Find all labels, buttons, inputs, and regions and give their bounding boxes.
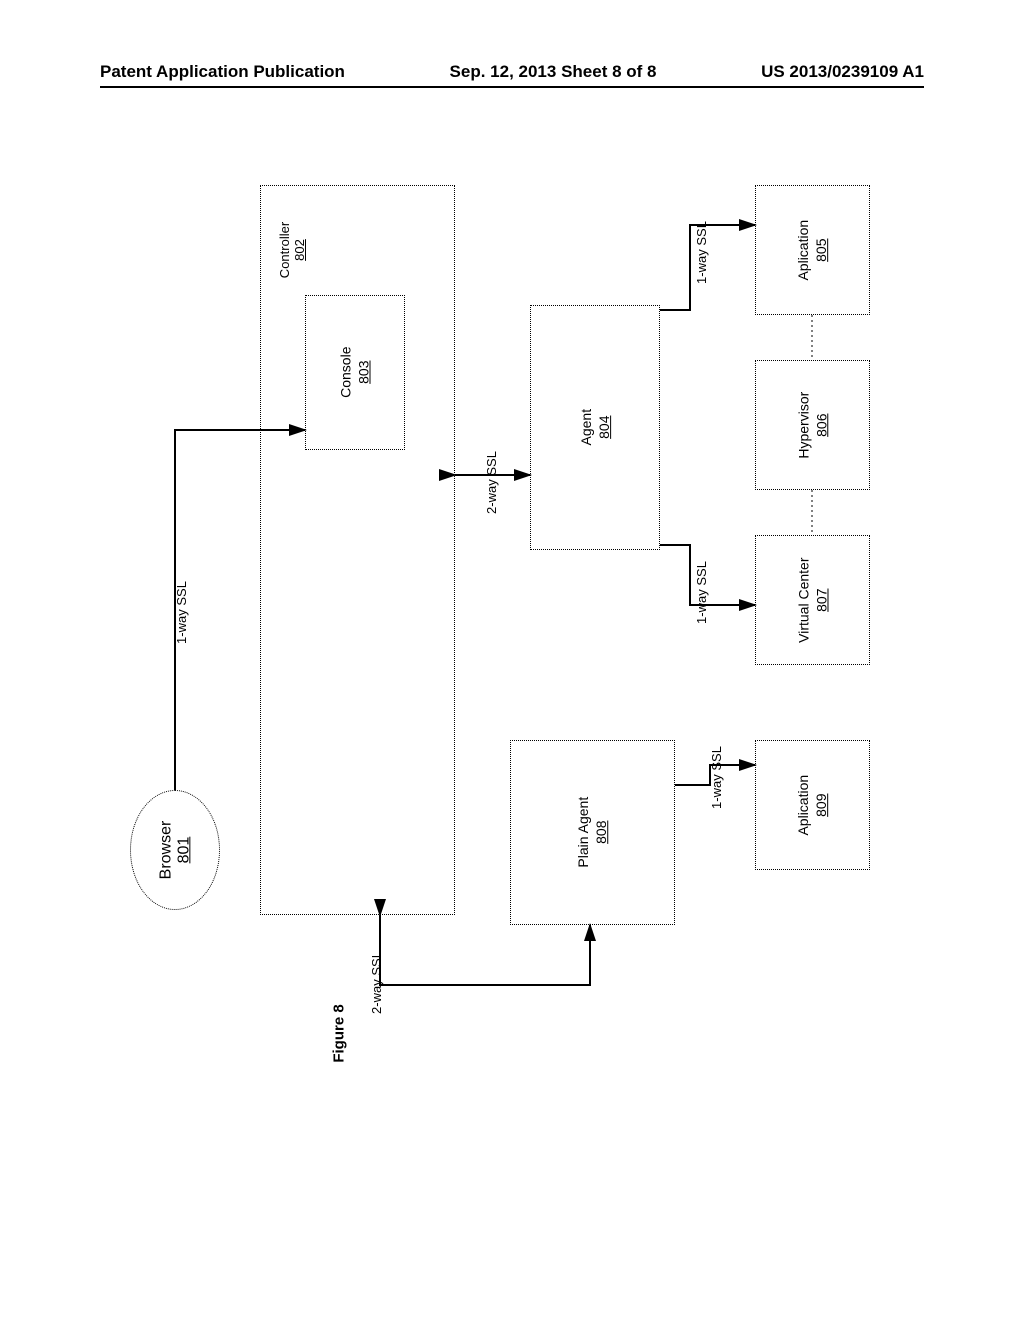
node-console: Console 803 <box>305 295 405 450</box>
node-application2-label: Aplication <box>794 775 812 836</box>
header-center: Sep. 12, 2013 Sheet 8 of 8 <box>450 62 657 82</box>
page: Patent Application Publication Sep. 12, … <box>0 0 1024 1320</box>
edge-plainagent-application2: 1-way SSL <box>709 746 724 809</box>
node-controller-label: Controller <box>277 222 292 278</box>
node-browser-label: Browser <box>157 821 175 880</box>
node-hypervisor-label: Hypervisor <box>794 392 812 459</box>
node-virtualcenter-num: 807 <box>813 588 831 611</box>
edge-controller-agent: 2-way SSL <box>484 451 499 514</box>
node-hypervisor-num: 806 <box>813 413 831 436</box>
edge-controller-plainagent: 2-way SSL <box>369 951 384 1014</box>
node-virtualcenter-label: Virtual Center <box>794 557 812 642</box>
node-hypervisor: Hypervisor 806 <box>755 360 870 490</box>
node-plainagent: Plain Agent 808 <box>510 740 675 925</box>
figure-label: Figure 8 <box>331 1004 348 1062</box>
node-virtualcenter: Virtual Center 807 <box>755 535 870 665</box>
node-application1-label: Aplication <box>794 220 812 281</box>
node-application1: Aplication 805 <box>755 185 870 315</box>
node-controller-label-wrap: Controller 802 <box>277 220 307 280</box>
node-plainagent-num: 808 <box>593 821 611 844</box>
node-application1-num: 805 <box>812 238 830 261</box>
edge-agent-application1: 1-way SSL <box>694 221 709 284</box>
node-agent: Agent 804 <box>530 305 660 550</box>
header-right: US 2013/0239109 A1 <box>761 62 924 82</box>
node-console-num: 803 <box>355 361 373 384</box>
header-left: Patent Application Publication <box>100 62 345 82</box>
page-header: Patent Application Publication Sep. 12, … <box>100 62 924 88</box>
node-agent-num: 804 <box>595 416 613 439</box>
node-controller-num: 802 <box>292 239 307 261</box>
edge-agent-virtualcenter: 1-way SSL <box>694 561 709 624</box>
node-application2: Aplication 809 <box>755 740 870 870</box>
diagram: Browser 801 Controller 802 Console 803 A… <box>130 185 880 1065</box>
node-agent-label: Agent <box>577 409 595 446</box>
node-console-label: Console <box>337 347 355 398</box>
edge-browser-console: 1-way SSL <box>174 581 189 644</box>
node-plainagent-label: Plain Agent <box>574 797 592 868</box>
node-browser: Browser 801 <box>130 790 220 910</box>
node-application2-num: 809 <box>812 793 830 816</box>
node-browser-num: 801 <box>175 837 193 864</box>
